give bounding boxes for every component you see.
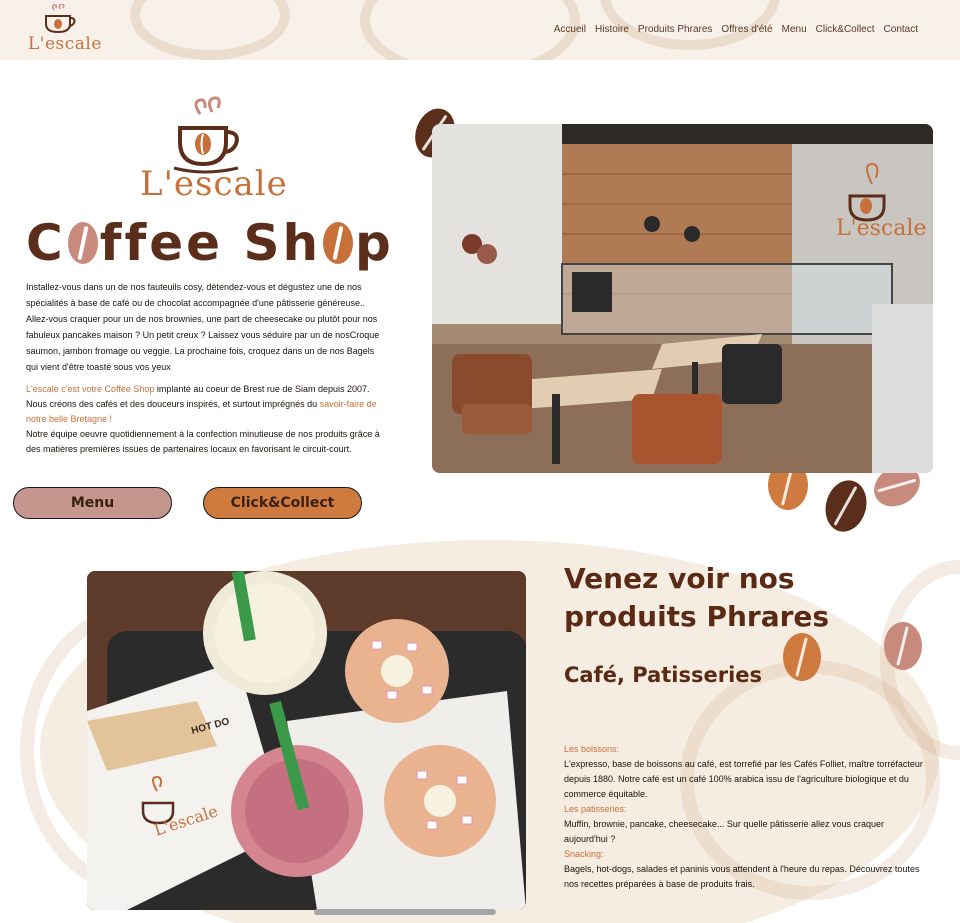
- products-subtitle: Café, Patisseries: [564, 663, 763, 687]
- hero-logo: L'escale: [140, 96, 287, 210]
- nav-produits-phrares[interactable]: Produits Phrares: [638, 24, 712, 35]
- products-title: Venez voir nos produits Phrares: [564, 562, 830, 633]
- header-logo-text: L'escale: [28, 34, 102, 54]
- patisseries-label: Les patisseries:: [564, 804, 627, 814]
- click-collect-button[interactable]: Click&Collect: [203, 487, 362, 519]
- boissons-label: Les boissons:: [564, 744, 620, 754]
- title-text: p: [355, 214, 394, 272]
- snacking-text: Bagels, hot-dogs, salades et paninis vou…: [564, 864, 920, 889]
- boissons-text: L'expresso, base de boissons au café, es…: [564, 759, 923, 799]
- cafe-interior-illustration: [432, 124, 933, 473]
- menu-button[interactable]: Menu: [13, 487, 172, 519]
- nav-click-collect[interactable]: Click&Collect: [816, 24, 875, 35]
- main-navigation: Accueil Histoire Produits Phrares Offres…: [554, 24, 918, 35]
- nav-histoire[interactable]: Histoire: [595, 24, 629, 35]
- story-text-2: Notre équipe oeuvre quotidiennement à la…: [26, 429, 380, 454]
- snacking-label: Snacking:: [564, 849, 604, 859]
- nav-accueil[interactable]: Accueil: [554, 24, 586, 35]
- header-logo[interactable]: L'escale: [26, 4, 101, 56]
- coffee-bean-icon: [783, 633, 821, 681]
- products-photo: HOT DO L'escale: [87, 571, 526, 910]
- products-details: Les boissons: L'expresso, base de boisso…: [564, 742, 924, 892]
- coffee-bean-icon: [67, 222, 98, 264]
- hero-logo-text: L'escale: [140, 164, 288, 204]
- products-illustration: [87, 571, 526, 910]
- coffee-stain-decoration: [130, 0, 290, 60]
- coffee-bean-icon: [884, 622, 922, 670]
- coffee-shop-title: Cffee Sh p: [26, 214, 394, 272]
- horizontal-scrollbar[interactable]: [314, 909, 496, 915]
- coffee-bean-icon: [819, 475, 873, 537]
- intro-paragraph: Installez-vous dans un de nos fauteuils …: [26, 282, 380, 372]
- nav-offres-ete[interactable]: Offres d'été: [721, 24, 772, 35]
- photo-logo-text: L'escale: [836, 216, 927, 241]
- nav-menu[interactable]: Menu: [782, 24, 807, 35]
- coffee-cup-icon: [45, 4, 76, 34]
- coffee-stain-decoration: [360, 0, 580, 60]
- patisseries-text: Muffin, brownie, pancake, cheesecake... …: [564, 819, 885, 844]
- title-text: C: [26, 214, 66, 272]
- cafe-interior-photo: L'escale: [432, 124, 933, 473]
- title-text: ffee Sh: [99, 214, 322, 272]
- story-accent-link[interactable]: L'escale c'est votre Coffee Shop: [26, 384, 154, 394]
- coffee-bean-icon: [323, 222, 354, 264]
- story-paragraph: L'escale c'est votre Coffee Shop implant…: [26, 382, 388, 457]
- site-header: L'escale Accueil Histoire Produits Phrar…: [0, 0, 960, 60]
- nav-contact[interactable]: Contact: [884, 24, 918, 35]
